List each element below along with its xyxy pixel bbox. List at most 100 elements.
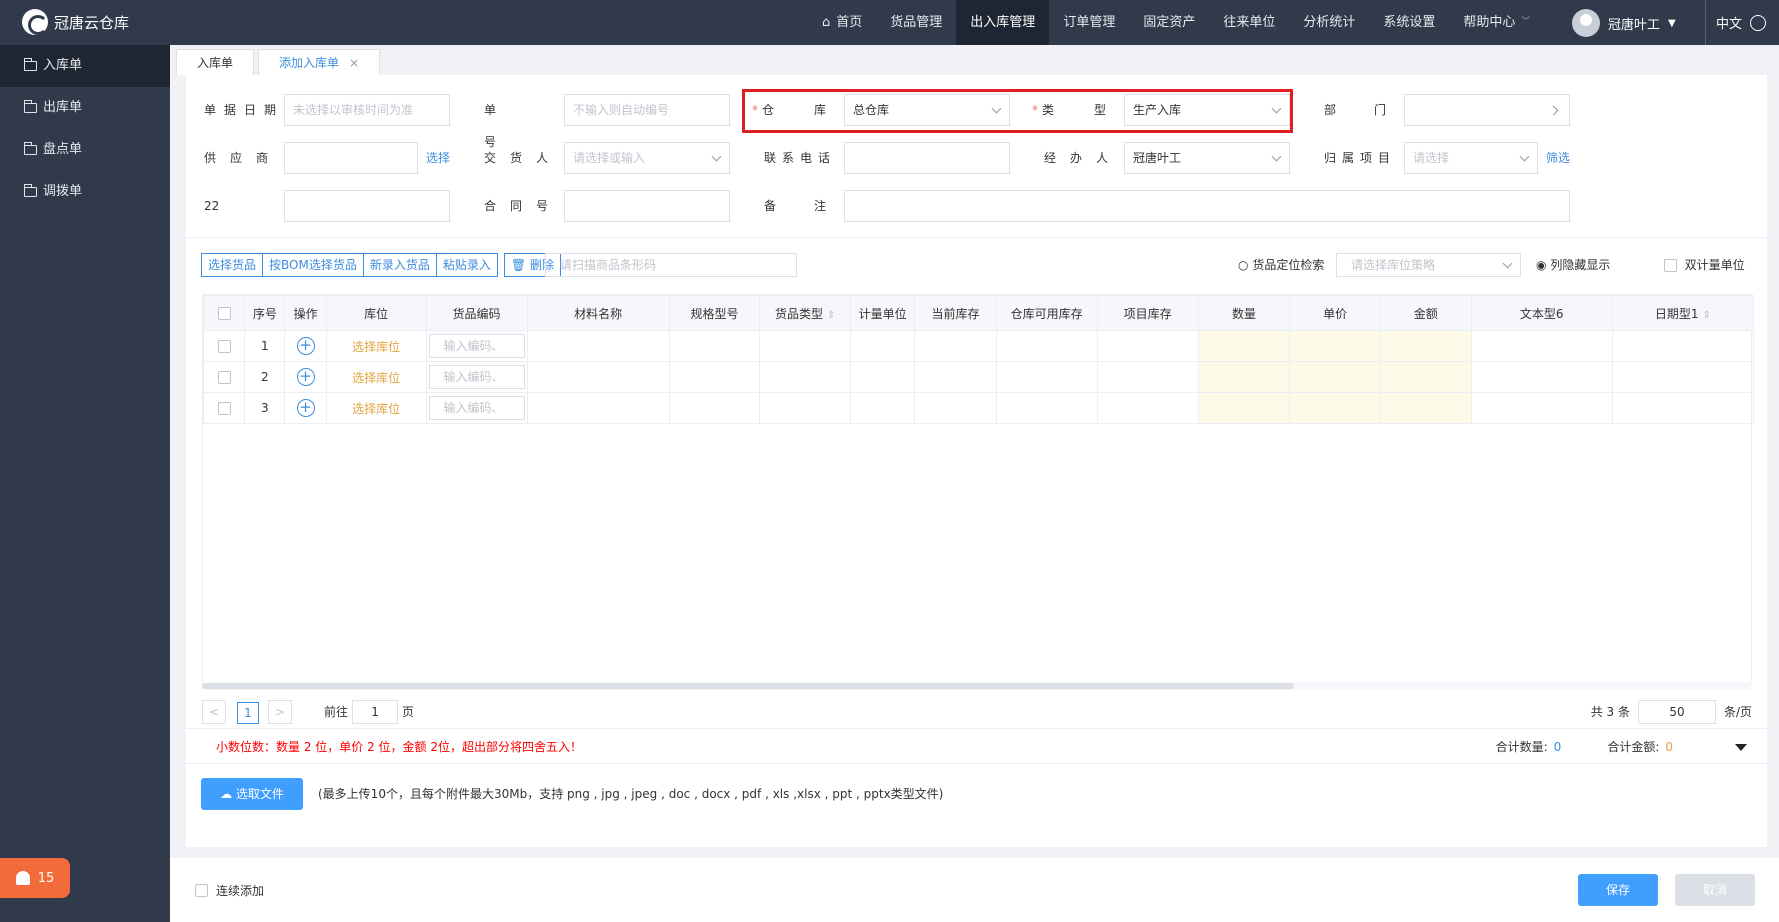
nav-help[interactable]: 帮助中心 ﹀ — [1449, 0, 1544, 45]
qty-cell[interactable] — [1197, 361, 1291, 393]
page-number[interactable]: 1 — [237, 702, 259, 724]
folder-icon — [24, 184, 37, 197]
deliverer-select[interactable]: 请选择或输入 — [564, 142, 730, 174]
home-icon: ⌂ — [822, 15, 831, 30]
app-title: 冠唐云仓库 — [54, 13, 130, 32]
page-size-select[interactable]: 50 — [1637, 700, 1716, 724]
project-label: 归属项目 — [1324, 151, 1397, 165]
code-input[interactable]: 输入编码、 — [428, 365, 525, 389]
sidebar-item-outbound[interactable]: 出库单 — [0, 87, 170, 129]
upload-button[interactable]: ☁ 选取文件 — [201, 778, 303, 810]
add-row-icon[interactable]: + — [296, 337, 315, 355]
date-label: 单据日期 — [204, 103, 285, 117]
table-row: 2 + 选择库位 输入编码、 — [202, 361, 1755, 393]
select-location-link[interactable]: 选择库位 — [325, 330, 427, 362]
contract-field[interactable] — [564, 190, 730, 222]
prev-page-button[interactable]: < — [202, 700, 226, 724]
qty-cell[interactable] — [1197, 392, 1291, 424]
amount-cell[interactable] — [1380, 392, 1472, 424]
nav-goods[interactable]: 货品管理 — [876, 0, 956, 45]
sidebar-item-transfer[interactable]: 调拨单 — [0, 171, 170, 213]
add-row-icon[interactable]: + — [296, 368, 315, 386]
amount-cell[interactable] — [1380, 330, 1472, 362]
folder-icon — [24, 58, 37, 71]
col-header: 货品编码 — [425, 295, 528, 331]
horizontal-scrollbar[interactable] — [202, 682, 1752, 690]
location-strategy-select[interactable]: 请选择库位策略 — [1336, 253, 1521, 277]
custom-field[interactable] — [284, 190, 450, 222]
row-checkbox[interactable] — [217, 402, 231, 415]
goto-page: 前往 1 页 — [324, 700, 414, 724]
detail-toolbar: 选择货品 按BOM选择货品 新录入货品 粘贴录入 🗑 删除 — [201, 253, 561, 277]
dual-unit-toggle[interactable]: 双计量单位 — [1664, 253, 1745, 277]
col-header-sortable[interactable]: 货品类型 ⇕ — [759, 295, 851, 331]
select-location-link[interactable]: 选择库位 — [325, 361, 427, 393]
cancel-button[interactable]: 取消 — [1675, 874, 1755, 906]
code-input[interactable]: 输入编码、 — [428, 334, 525, 358]
select-goods-button[interactable]: 选择货品 — [201, 253, 264, 277]
notification-badge[interactable]: 15 — [0, 858, 70, 898]
project-select[interactable]: 请选择 — [1404, 142, 1538, 174]
tab-inbound-list[interactable]: 入库单 — [176, 49, 255, 75]
goto-page-input[interactable]: 1 — [352, 700, 399, 724]
amount-cell[interactable] — [1380, 361, 1472, 393]
column-visibility-button[interactable]: ◉ 列隐藏显示 — [1536, 253, 1610, 277]
row-checkbox[interactable] — [217, 340, 231, 353]
app-logo[interactable]: 冠唐云仓库 — [22, 9, 129, 35]
sidebar-item-stocktake[interactable]: 盘点单 — [0, 129, 170, 171]
date-field[interactable]: 未选择以审核时间为准 — [284, 94, 450, 126]
close-icon[interactable]: × — [349, 56, 359, 70]
sidebar-item-inbound[interactable]: 入库单 — [0, 45, 170, 87]
price-cell[interactable] — [1289, 392, 1381, 424]
supplier-field[interactable] — [284, 142, 418, 174]
bom-select-button[interactable]: 按BOM选择货品 — [263, 253, 364, 277]
detail-grid: 序号 操作 库位 货品编码 材料名称 规格型号 货品类型 ⇕ 计量单位 当前库存 … — [202, 294, 1755, 690]
user-menu[interactable]: 冠唐叶工 ▼ — [1572, 8, 1676, 38]
select-all-checkbox[interactable] — [217, 307, 231, 320]
dual-unit-checkbox[interactable] — [1664, 259, 1677, 272]
scrollbar-thumb[interactable] — [202, 683, 1294, 689]
qty-cell[interactable] — [1197, 330, 1291, 362]
nav-inout[interactable]: 出入库管理 — [956, 0, 1050, 45]
price-cell[interactable] — [1289, 361, 1381, 393]
nav-orders[interactable]: 订单管理 — [1049, 0, 1129, 45]
nav-analytics[interactable]: 分析统计 — [1289, 0, 1369, 45]
expand-triangle-icon[interactable] — [1735, 744, 1747, 751]
nav-partners[interactable]: 往来单位 — [1209, 0, 1289, 45]
col-header: 数量 — [1197, 295, 1291, 331]
barcode-scan-input[interactable]: 请扫描商品条形码 — [545, 253, 797, 277]
add-row-icon[interactable]: + — [296, 399, 315, 417]
select-location-link[interactable]: 选择库位 — [325, 392, 427, 424]
row-checkbox[interactable] — [217, 371, 231, 384]
locate-goods-button[interactable]: ○ 货品定位检索 — [1238, 253, 1324, 277]
footer-bar: 连续添加 保存 取消 — [170, 858, 1779, 922]
contract-label: 合同号 — [484, 199, 563, 213]
upload-hint: (最多上传10个，且每个附件最大30Mb，支持 png , jpg , jpeg… — [318, 787, 944, 801]
continue-add-toggle[interactable]: 连续添加 — [195, 882, 264, 899]
col-header: 库位 — [325, 295, 427, 331]
new-goods-button[interactable]: 新录入货品 — [363, 253, 437, 277]
save-button[interactable]: 保存 — [1578, 874, 1658, 906]
no-field[interactable]: 不输入则自动编号 — [564, 94, 730, 126]
next-page-button[interactable]: > — [268, 700, 292, 724]
phone-field[interactable] — [844, 142, 1010, 174]
nav-home[interactable]: ⌂ 首页 — [808, 0, 876, 45]
nav-settings[interactable]: 系统设置 — [1369, 0, 1449, 45]
language-switch[interactable]: 中文 — [1705, 0, 1767, 45]
paste-entry-button[interactable]: 粘贴录入 — [436, 253, 498, 277]
price-cell[interactable] — [1289, 330, 1381, 362]
tab-add-inbound[interactable]: 添加入库单 × — [258, 49, 381, 75]
remark-field[interactable] — [844, 190, 1570, 222]
globe-icon — [1750, 14, 1767, 31]
handler-select[interactable]: 冠唐叶工 — [1124, 142, 1290, 174]
highlight-box — [742, 89, 1293, 133]
dept-select[interactable] — [1404, 94, 1570, 126]
page-tabs: 入库单 添加入库单 × — [170, 45, 1779, 75]
col-header: 规格型号 — [668, 295, 761, 331]
code-input[interactable]: 输入编码、 — [428, 396, 525, 420]
nav-assets[interactable]: 固定资产 — [1129, 0, 1209, 45]
supplier-select-link[interactable]: 选择 — [426, 142, 450, 174]
continue-add-checkbox[interactable] — [195, 884, 208, 897]
project-filter-link[interactable]: 筛选 — [1546, 142, 1570, 174]
col-header-sortable[interactable]: 日期型1 ⇕ — [1611, 295, 1755, 331]
